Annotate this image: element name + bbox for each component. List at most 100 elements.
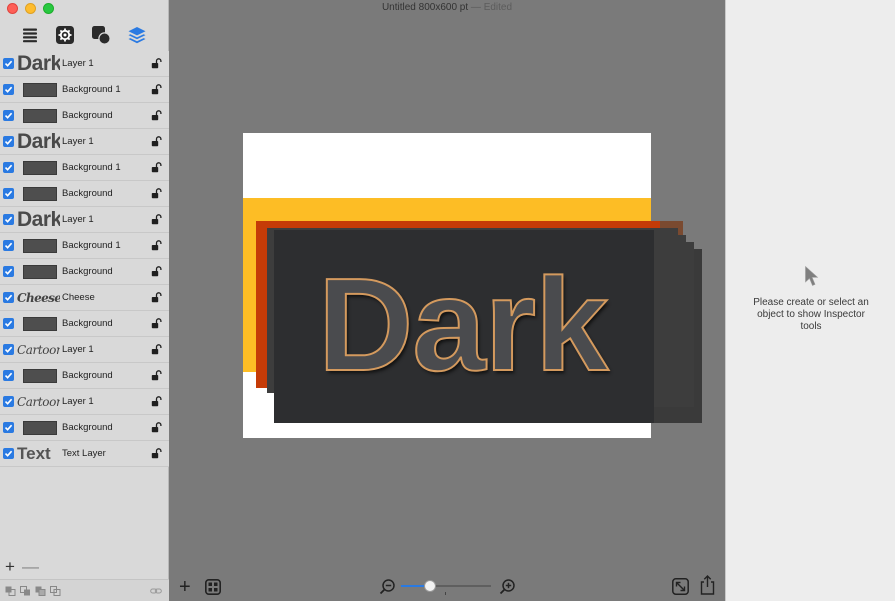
zoom-slider-thumb[interactable] [424,580,436,592]
thumbnail-text: Cartoon [17,395,60,409]
layer-visibility-checkbox[interactable] [3,214,14,225]
layer-row[interactable]: Cartoon Layer 1 [0,389,169,415]
layer-row[interactable]: Background [0,103,169,129]
checkmark-icon [4,320,13,327]
layer-row[interactable]: Background [0,181,169,207]
layer-row[interactable]: Background 1 [0,233,169,259]
canvas-toolbar: + [169,573,725,601]
remove-layer-button[interactable]: — [22,557,39,577]
add-layer-button[interactable]: + [5,557,15,577]
lock-icon[interactable] [151,292,162,303]
thumbnail-text: Dark [17,55,60,73]
lock-icon[interactable] [151,344,162,355]
checkmark-icon [4,346,13,353]
checkmark-icon [4,190,13,197]
zoom-window-button[interactable] [43,3,54,14]
layer-visibility-checkbox[interactable] [3,292,14,303]
layer-row[interactable]: Background [0,363,169,389]
send-backward-icon[interactable] [35,586,46,596]
lock-icon[interactable] [151,318,162,329]
lock-icon[interactable] [151,110,162,121]
zoom-slider[interactable] [401,580,491,595]
checkmark-icon [4,242,13,249]
layer-list: Dark Layer 1 Background 1 Background Dark Lay… [0,51,169,467]
artboard[interactable]: Dark [243,133,702,438]
lock-icon[interactable] [151,240,162,251]
layer-visibility-checkbox[interactable] [3,84,14,95]
layer-row[interactable]: Background [0,415,169,441]
layer-thumbnail: Cartoon [17,393,60,411]
layer-name: Cheese [62,292,95,303]
layer-visibility-checkbox[interactable] [3,58,14,69]
layer-visibility-checkbox[interactable] [3,110,14,121]
lock-icon[interactable] [151,266,162,277]
lock-icon[interactable] [151,188,162,199]
layer-visibility-checkbox[interactable] [3,240,14,251]
layer-visibility-checkbox[interactable] [3,370,14,381]
canvas-area[interactable]: Untitled 800x600 pt — Edited Dark + [169,0,725,601]
lock-icon[interactable] [151,162,162,173]
layer-visibility-checkbox[interactable] [3,344,14,355]
layer-visibility-checkbox[interactable] [3,448,14,459]
cursor-icon [805,265,819,286]
layer-thumbnail [17,185,60,203]
layer-thumbnail [17,237,60,255]
layer-visibility-checkbox[interactable] [3,396,14,407]
minimize-window-button[interactable] [25,3,36,14]
lock-icon[interactable] [151,422,162,433]
link-icon[interactable] [150,586,162,596]
tab-shapes[interactable] [90,24,112,46]
layer-name: Layer 1 [62,344,94,355]
add-object-button[interactable]: + [179,576,191,598]
lock-icon[interactable] [151,58,162,69]
layer-row[interactable]: Cheese Cheese [0,285,169,311]
lock-icon[interactable] [151,214,162,225]
document-title-bar: Untitled 800x600 pt — Edited [169,0,725,18]
layer-visibility-checkbox[interactable] [3,318,14,329]
lock-icon[interactable] [151,448,162,459]
gear-icon [56,26,74,44]
lock-icon[interactable] [151,396,162,407]
checkmark-icon [4,398,13,405]
layer-visibility-checkbox[interactable] [3,188,14,199]
layer-row[interactable]: Background 1 [0,77,169,103]
checkmark-icon [4,372,13,379]
layer-visibility-checkbox[interactable] [3,422,14,433]
layer-row[interactable]: Background [0,311,169,337]
layer-row[interactable]: Background 1 [0,155,169,181]
layer-name: Layer 1 [62,136,94,147]
close-window-button[interactable] [7,3,18,14]
layer-thumbnail [17,263,60,281]
layer-visibility-checkbox[interactable] [3,266,14,277]
dark-background-layer[interactable]: Dark [274,230,654,423]
thumbnail-text: Cheese [17,291,60,305]
send-to-back-icon[interactable] [50,586,61,596]
tab-list[interactable] [19,24,41,46]
title-separator: — [470,2,481,13]
thumbnail-rect [23,369,57,383]
lock-icon[interactable] [151,136,162,147]
fit-to-window-icon[interactable] [672,578,689,595]
tab-settings[interactable] [54,24,76,46]
artwork-text[interactable]: Dark [317,250,610,400]
layer-row[interactable]: Dark Layer 1 [0,207,169,233]
layer-row[interactable]: Dark Layer 1 [0,129,169,155]
layer-row[interactable]: Cartoon Layer 1 [0,337,169,363]
checkmark-icon [4,60,13,67]
lock-icon[interactable] [151,84,162,95]
layer-visibility-checkbox[interactable] [3,136,14,147]
layer-row[interactable]: Dark Layer 1 [0,51,169,77]
share-icon[interactable] [699,575,716,595]
layer-visibility-checkbox[interactable] [3,162,14,173]
grid-icon[interactable] [205,579,221,595]
zoom-in-icon[interactable] [499,578,516,595]
bring-forward-icon[interactable] [20,586,31,596]
layer-row[interactable]: Background [0,259,169,285]
lock-icon[interactable] [151,370,162,381]
zoom-out-icon[interactable] [379,578,396,595]
layer-row[interactable]: Text Text Layer [0,441,169,467]
tab-layers[interactable] [126,24,148,46]
bring-to-front-icon[interactable] [5,586,16,596]
thumbnail-rect [23,421,57,435]
layer-thumbnail [17,419,60,437]
